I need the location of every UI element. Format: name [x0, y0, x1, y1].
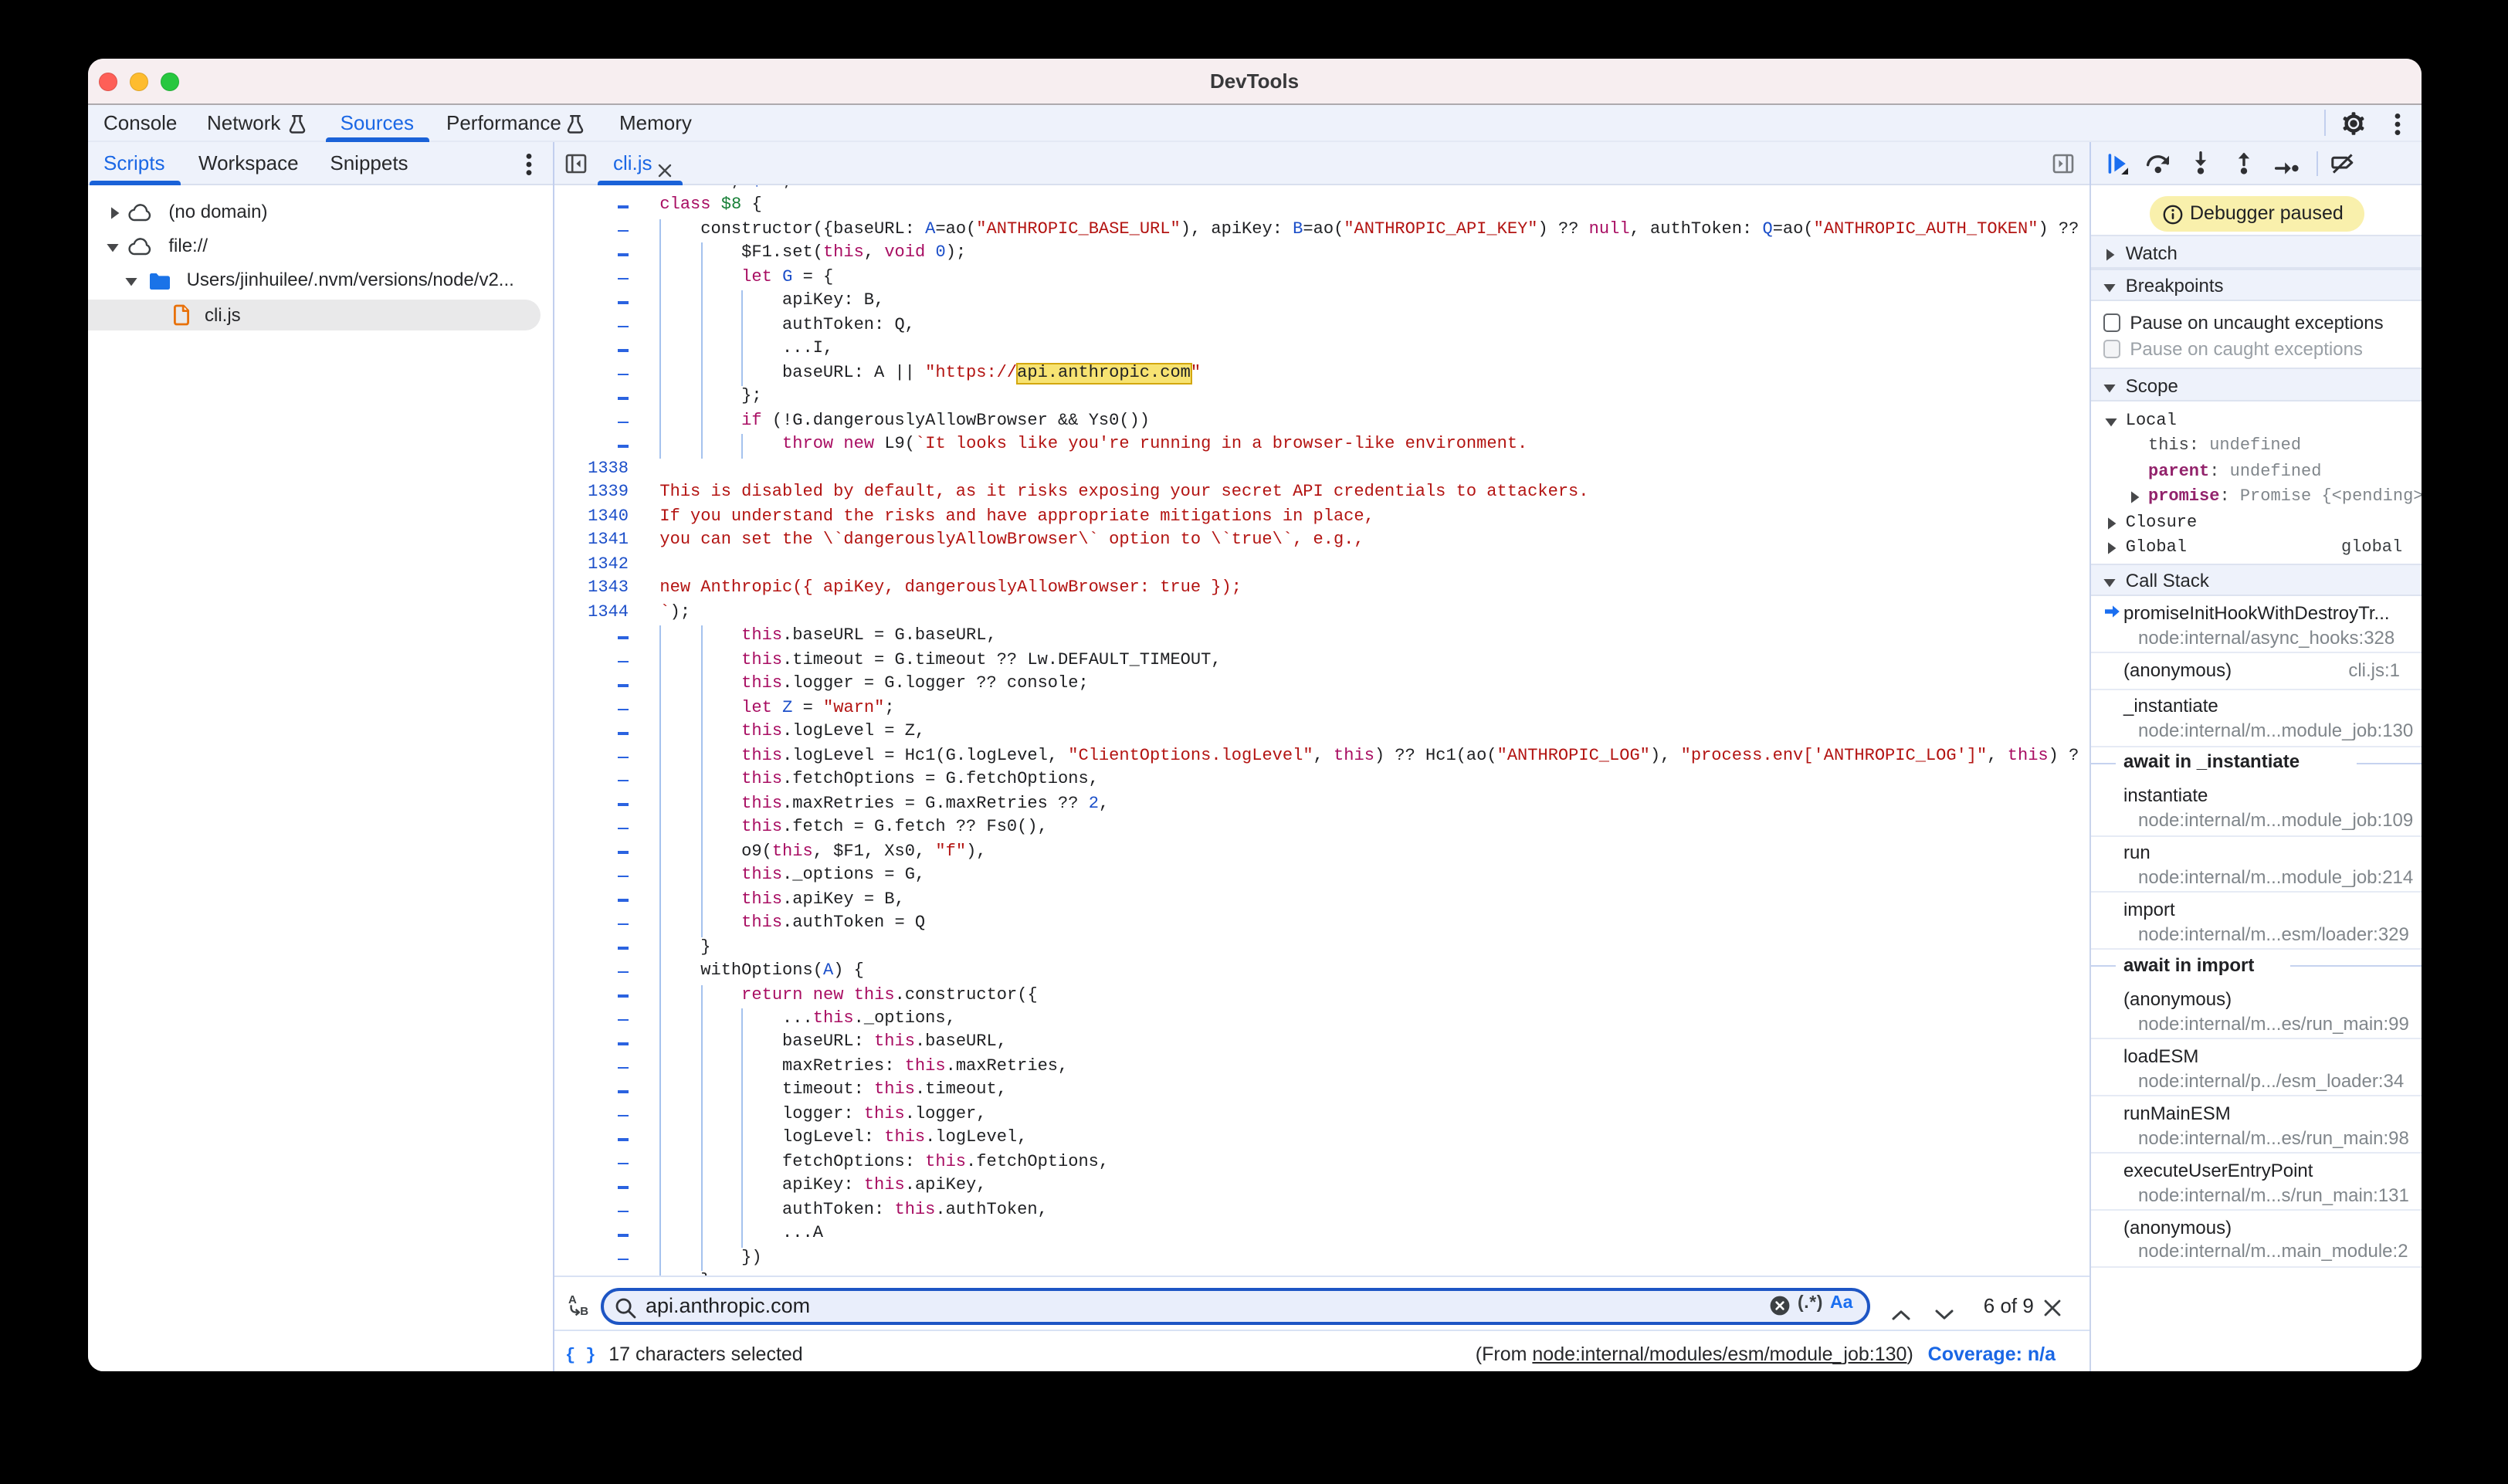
svg-text:B: B	[580, 1305, 588, 1317]
svg-text:A: A	[568, 1293, 577, 1306]
svg-text:{ }: { }	[565, 1346, 596, 1364]
